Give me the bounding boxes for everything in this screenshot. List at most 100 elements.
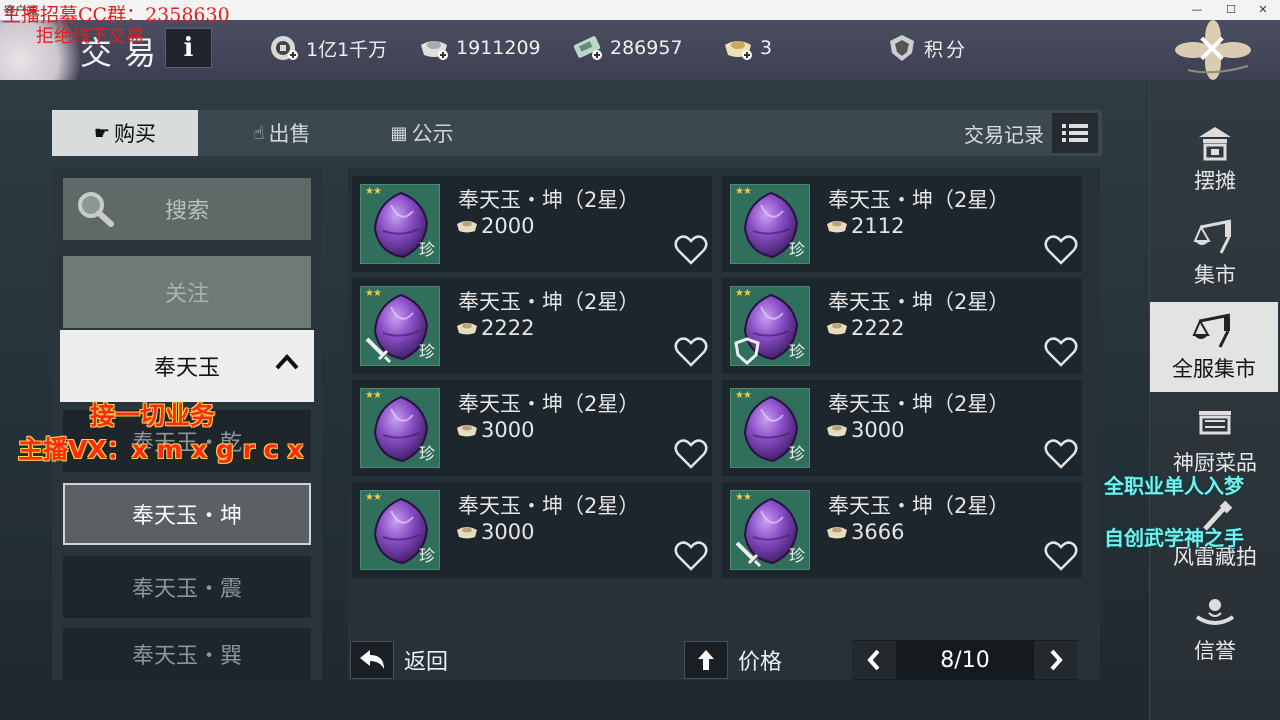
- service-ad-line2: 主播VX：x m x g r c x: [18, 435, 304, 464]
- category-item-label: 奉天玉・巽: [131, 644, 242, 669]
- points-entry[interactable]: 积分: [886, 30, 968, 66]
- item-name: 奉天玉・坤（2星）: [828, 494, 1010, 518]
- listing-card[interactable]: ★★ 珍 奉天玉・坤（2星） 3000: [352, 380, 712, 476]
- item-thumbnail[interactable]: ★★ 珍: [730, 286, 810, 366]
- nav-label: 摆摊: [1194, 169, 1236, 193]
- currency-silver: 1911209: [418, 30, 541, 66]
- item-thumbnail[interactable]: ★★ 珍: [730, 388, 810, 468]
- nav-server-market[interactable]: 全服集市: [1150, 302, 1278, 392]
- list-icon[interactable]: [1052, 113, 1098, 153]
- star-rating: ★★: [365, 390, 382, 401]
- category-item-xun[interactable]: 奉天玉・巽: [63, 628, 311, 680]
- favorite-heart-icon[interactable]: [1044, 234, 1078, 266]
- buy-icon: ☛: [93, 122, 111, 144]
- trade-record-button[interactable]: 交易记录: [964, 110, 1102, 156]
- rarity-badge: 珍: [418, 444, 435, 463]
- listing-card[interactable]: ★★ 珍 奉天玉・坤（2星） 2222: [722, 278, 1082, 374]
- sort-price-control[interactable]: 价格: [684, 640, 782, 680]
- listing-card[interactable]: ★★ 珍 奉天玉・坤（2星） 3666: [722, 482, 1082, 578]
- silver-ingot-icon: [827, 323, 847, 335]
- star-rating: ★★: [365, 186, 382, 197]
- tab-sell[interactable]: ☝ 出售: [222, 110, 342, 156]
- nav-label: 全服集市: [1172, 357, 1256, 381]
- favorite-heart-icon[interactable]: [674, 438, 708, 470]
- category-item-label: 奉天玉・震: [131, 577, 242, 602]
- category-item-zhen[interactable]: 奉天玉・震: [63, 556, 311, 618]
- currency-banknote: 286957: [572, 30, 683, 66]
- item-thumbnail[interactable]: ★★ 珍: [360, 490, 440, 570]
- item-name: 奉天玉・坤（2星）: [828, 392, 1010, 416]
- follow-button[interactable]: 关注: [63, 256, 311, 328]
- listing-card[interactable]: ★★ 珍 奉天玉・坤（2星） 3000: [352, 482, 712, 578]
- next-page-icon[interactable]: [1034, 641, 1078, 679]
- category-group-header[interactable]: 奉天玉: [60, 330, 314, 402]
- back-control[interactable]: 返回: [350, 640, 448, 680]
- favorite-heart-icon[interactable]: [674, 540, 708, 572]
- silver-ingot-icon: [827, 221, 847, 233]
- star-rating: ★★: [365, 492, 382, 503]
- notice-icon: ▦: [390, 122, 408, 144]
- favorite-heart-icon[interactable]: [1044, 540, 1078, 572]
- rarity-badge: 珍: [418, 546, 435, 565]
- back-label[interactable]: 返回: [404, 644, 448, 676]
- listing-card[interactable]: ★★ 珍 奉天玉・坤（2星） 2222: [352, 278, 712, 374]
- silver-ingot-icon: [421, 41, 448, 60]
- silver-ingot-icon: [457, 323, 477, 335]
- favorite-heart-icon[interactable]: [1044, 438, 1078, 470]
- tab-sell-label: 出售: [268, 122, 311, 146]
- item-price: 3000: [456, 418, 534, 442]
- currency-copper: 1亿1千万: [268, 30, 387, 66]
- item-thumbnail[interactable]: ★★ 珍: [730, 184, 810, 264]
- sort-arrow-up-icon[interactable]: [684, 641, 728, 679]
- listing-card[interactable]: ★★ 珍 奉天玉・坤（2星） 2112: [722, 176, 1082, 272]
- item-name: 奉天玉・坤（2星）: [828, 188, 1010, 212]
- item-price: 2112: [826, 214, 904, 238]
- info-button[interactable]: i: [165, 28, 212, 68]
- listing-card[interactable]: ★★ 珍 奉天玉・坤（2星） 2000: [352, 176, 712, 272]
- nav-stall[interactable]: 摆摊: [1150, 114, 1280, 204]
- item-price-value: 3000: [481, 520, 535, 544]
- star-rating: ★★: [735, 390, 752, 401]
- item-thumbnail[interactable]: ★★ 珍: [360, 388, 440, 468]
- nav-label: 信誉: [1194, 639, 1236, 663]
- item-name: 奉天玉・坤（2星）: [458, 290, 640, 314]
- search-button[interactable]: 搜索: [63, 178, 311, 240]
- item-price-value: 2222: [851, 316, 905, 340]
- header-bar: 交易 i 1亿1千万 1911209 286957 3 积分 ✕: [0, 0, 1280, 120]
- maximize-icon[interactable]: ☐: [1214, 0, 1248, 20]
- chevron-up-icon: [274, 350, 300, 378]
- currency-silver-value: 1911209: [456, 37, 541, 59]
- favorite-heart-icon[interactable]: [674, 234, 708, 266]
- search-label: 搜索: [164, 199, 209, 224]
- market-scale-icon: [1191, 217, 1239, 257]
- favorite-heart-icon[interactable]: [1044, 336, 1078, 368]
- rarity-badge: 珍: [788, 240, 805, 259]
- item-thumbnail[interactable]: ★★ 珍: [360, 286, 440, 366]
- favorite-heart-icon[interactable]: [674, 336, 708, 368]
- back-arrow-icon[interactable]: [350, 641, 394, 679]
- star-rating: ★★: [735, 186, 752, 197]
- item-thumbnail[interactable]: ★★ 珍: [730, 490, 810, 570]
- nav-market-scale[interactable]: 集市: [1150, 208, 1280, 298]
- item-thumbnail[interactable]: ★★ 珍: [360, 184, 440, 264]
- tab-buy-label: 购买: [114, 122, 157, 146]
- promo-line1: 全职业单人入梦: [1104, 474, 1244, 498]
- silver-ingot-icon: [827, 425, 847, 437]
- nav-label: 集市: [1194, 263, 1236, 287]
- follow-label: 关注: [164, 282, 209, 307]
- prev-page-icon[interactable]: [852, 641, 896, 679]
- trade-screen: 客户端 — ☐ ✕ 主播招募CC群：2358630 交易 i 1亿1千万 191…: [0, 0, 1280, 720]
- star-rating: ★★: [735, 288, 752, 299]
- rarity-badge: 珍: [788, 444, 805, 463]
- close-button[interactable]: ✕: [1182, 26, 1242, 74]
- minimize-icon[interactable]: —: [1180, 0, 1214, 20]
- window-close-icon[interactable]: ✕: [1246, 0, 1280, 20]
- tab-notice[interactable]: ▦ 公示: [372, 110, 472, 156]
- item-price: 3000: [826, 418, 904, 442]
- category-item-kun[interactable]: 奉天玉・坤: [63, 483, 311, 545]
- tab-notice-label: 公示: [411, 122, 454, 146]
- nav-reputation[interactable]: 信誉: [1150, 584, 1280, 674]
- trade-warning-text: 拒绝线下交易: [36, 26, 144, 47]
- tab-buy[interactable]: ☛ 购买: [52, 110, 198, 156]
- listing-card[interactable]: ★★ 珍 奉天玉・坤（2星） 3000: [722, 380, 1082, 476]
